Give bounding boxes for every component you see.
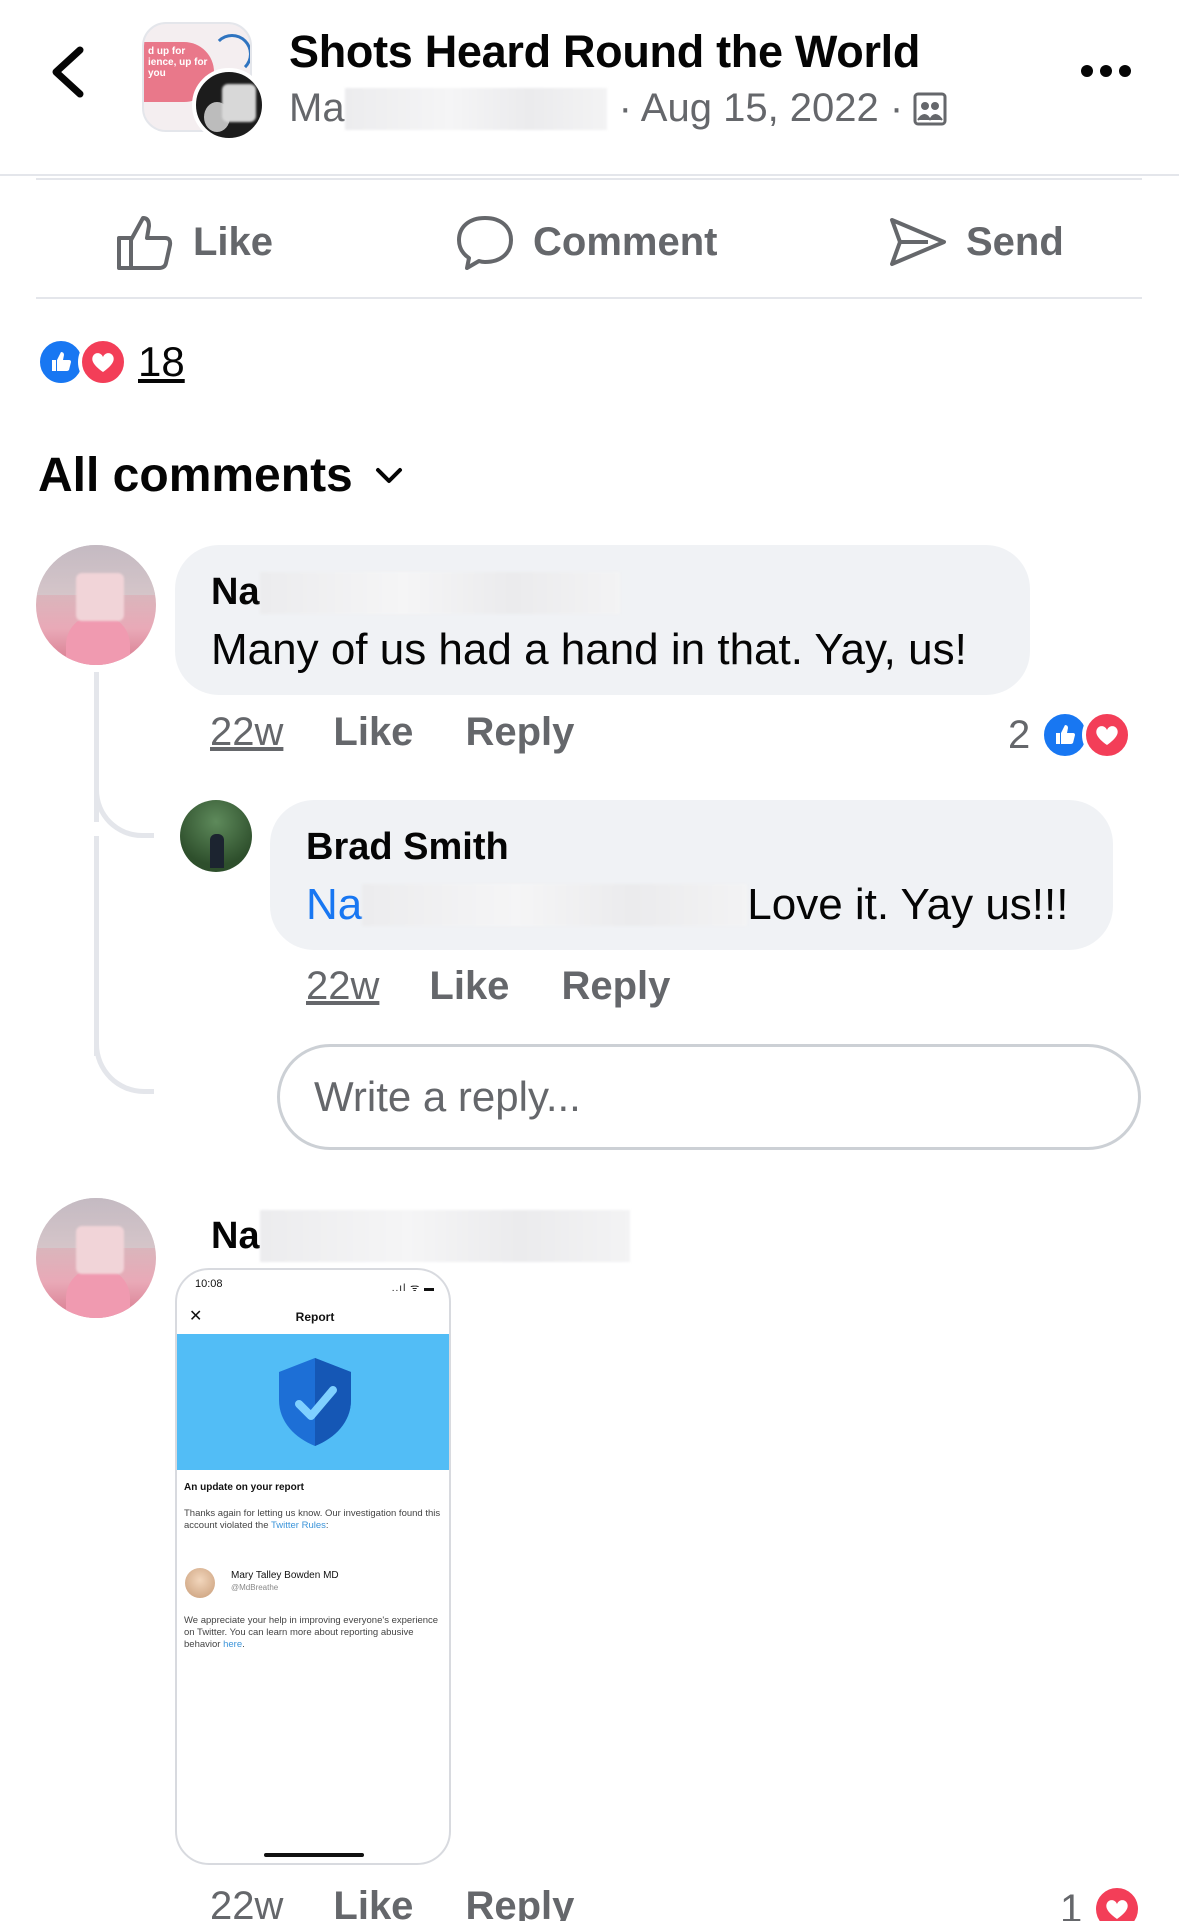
avatar-figure xyxy=(66,1268,130,1318)
love-reaction-icon xyxy=(1082,710,1133,760)
love-reaction-icon xyxy=(78,337,128,387)
avatar-figure xyxy=(210,834,224,868)
comment-button-label: Comment xyxy=(533,219,718,264)
reply-author-name[interactable]: Brad Smith xyxy=(306,826,509,869)
redacted-author-name xyxy=(259,1210,630,1262)
group-audience-icon xyxy=(913,92,947,125)
like-button-label: Like xyxy=(193,219,274,264)
reply-text: Love it. Yay us!!! xyxy=(747,880,1069,929)
screenshot-status-time: 10:08 xyxy=(195,1278,223,1290)
comment-reactions[interactable]: 1 xyxy=(1060,1884,1143,1921)
thumbs-up-icon xyxy=(117,216,173,270)
comment-author-name: Na xyxy=(211,1214,260,1257)
like-button[interactable]: Like xyxy=(115,200,273,284)
post-author-name[interactable]: Ma xyxy=(289,86,345,131)
reported-account-name: Mary Talley Bowden MD xyxy=(231,1570,339,1581)
comment-author[interactable]: Na xyxy=(211,571,620,614)
commenter-avatar[interactable] xyxy=(36,545,156,665)
commenter-avatar[interactable] xyxy=(36,1198,156,1318)
post-meta: Ma · Aug 15, 2022 · xyxy=(289,86,947,131)
comment-button[interactable]: Comment xyxy=(455,200,717,284)
group-avatar-text: d up for ience, up for you xyxy=(148,46,208,79)
comment-text: Many of us had a hand in that. Yay, us! xyxy=(211,625,967,674)
comment-timestamp[interactable]: 22w xyxy=(210,1884,283,1921)
comment-image-attachment[interactable]: 10:08 ..ıl ᯤ ▬ ✕ Report An update on you… xyxy=(175,1268,451,1865)
comment-actions: 22w Like Reply xyxy=(210,710,574,755)
screenshot-rules-link: Twitter Rules xyxy=(270,1520,326,1531)
more-options-icon[interactable] xyxy=(1080,64,1132,78)
screenshot-body-1: Thanks again for letting us know. Our in… xyxy=(184,1508,446,1532)
reply-author-avatar[interactable] xyxy=(180,800,252,872)
send-button-label: Send xyxy=(966,219,1064,264)
screenshot-home-indicator xyxy=(264,1853,364,1857)
comment-reaction-count: 2 xyxy=(1008,712,1031,757)
reactions-count[interactable]: 18 xyxy=(138,338,185,386)
comment-author[interactable]: Na xyxy=(211,1210,630,1262)
comment-reaction-count: 1 xyxy=(1060,1886,1083,1921)
comment-author-name: Na xyxy=(211,571,260,613)
redacted-author-name xyxy=(344,87,607,130)
reply-mention[interactable]: Na xyxy=(306,880,362,930)
redacted-author-name xyxy=(259,571,620,614)
thread-connector-curve xyxy=(94,790,154,838)
reported-account-handle: @MdBreathe xyxy=(231,1583,279,1592)
comment-bubble: Na Many of us had a hand in that. Yay, u… xyxy=(175,545,1030,695)
thread-connector-line-lower xyxy=(94,836,99,1056)
comment-timestamp[interactable]: 22w xyxy=(210,710,283,755)
reply-input[interactable]: Write a reply... xyxy=(277,1044,1141,1150)
thread-connector-curve-input xyxy=(94,1036,154,1094)
comment-reactions[interactable]: 2 xyxy=(1008,710,1133,760)
screenshot-here-link: here xyxy=(223,1639,243,1650)
chevron-down-icon xyxy=(375,467,402,483)
send-arrow-icon xyxy=(890,218,946,266)
header-divider xyxy=(0,174,1179,176)
screenshot-body-2: We appreciate your help in improving eve… xyxy=(184,1615,446,1651)
reply-reply-button[interactable]: Reply xyxy=(561,964,670,1009)
avatar-blurred-face xyxy=(76,573,124,621)
redacted-mention-name xyxy=(362,884,748,926)
screenshot-body-2-end: . xyxy=(242,1639,245,1650)
comments-filter-label: All comments xyxy=(38,449,353,502)
comment-like-button[interactable]: Like xyxy=(333,710,413,755)
avatar-blurred-face xyxy=(76,1226,124,1274)
comment-reply-button[interactable]: Reply xyxy=(465,710,574,755)
screenshot-heading: An update on your report xyxy=(184,1482,304,1493)
comments-filter-dropdown[interactable]: All comments xyxy=(38,448,403,503)
actions-top-divider xyxy=(36,178,1142,180)
screenshot-banner xyxy=(177,1334,449,1470)
author-avatar-blur xyxy=(222,84,256,122)
back-chevron-icon[interactable] xyxy=(46,44,90,100)
reply-input-placeholder: Write a reply... xyxy=(314,1073,581,1120)
reply-timestamp[interactable]: 22w xyxy=(306,964,379,1009)
comment-bubble-icon xyxy=(457,216,513,270)
screenshot-status-icons: ..ıl ᯤ ▬ xyxy=(391,1283,435,1294)
screenshot-body-1-end: : xyxy=(325,1520,329,1531)
post-group-title[interactable]: Shots Heard Round the World xyxy=(289,26,920,78)
reactions-summary[interactable]: 18 xyxy=(36,337,185,387)
post-date: · Aug 15, 2022 · xyxy=(618,86,904,130)
reply-text-line: Na Love it. Yay us!!! xyxy=(306,880,1068,930)
avatar-figure xyxy=(66,615,130,665)
shield-check-icon xyxy=(279,1358,351,1446)
screenshot-title: Report xyxy=(295,1310,335,1324)
reply-like-button[interactable]: Like xyxy=(429,964,509,1009)
reply-bubble: Brad Smith Na Love it. Yay us!!! xyxy=(270,800,1113,950)
reported-account-avatar xyxy=(185,1568,215,1598)
comment-reply-button[interactable]: Reply xyxy=(465,1884,574,1921)
author-avatar[interactable] xyxy=(192,68,266,142)
reply-actions: 22w Like Reply xyxy=(306,964,670,1009)
actions-bottom-divider xyxy=(36,297,1142,299)
comment-actions: 22w Like Reply xyxy=(210,1884,574,1921)
love-reaction-icon xyxy=(1092,1884,1143,1921)
send-button[interactable]: Send xyxy=(888,200,1064,284)
comment-like-button[interactable]: Like xyxy=(333,1884,413,1921)
